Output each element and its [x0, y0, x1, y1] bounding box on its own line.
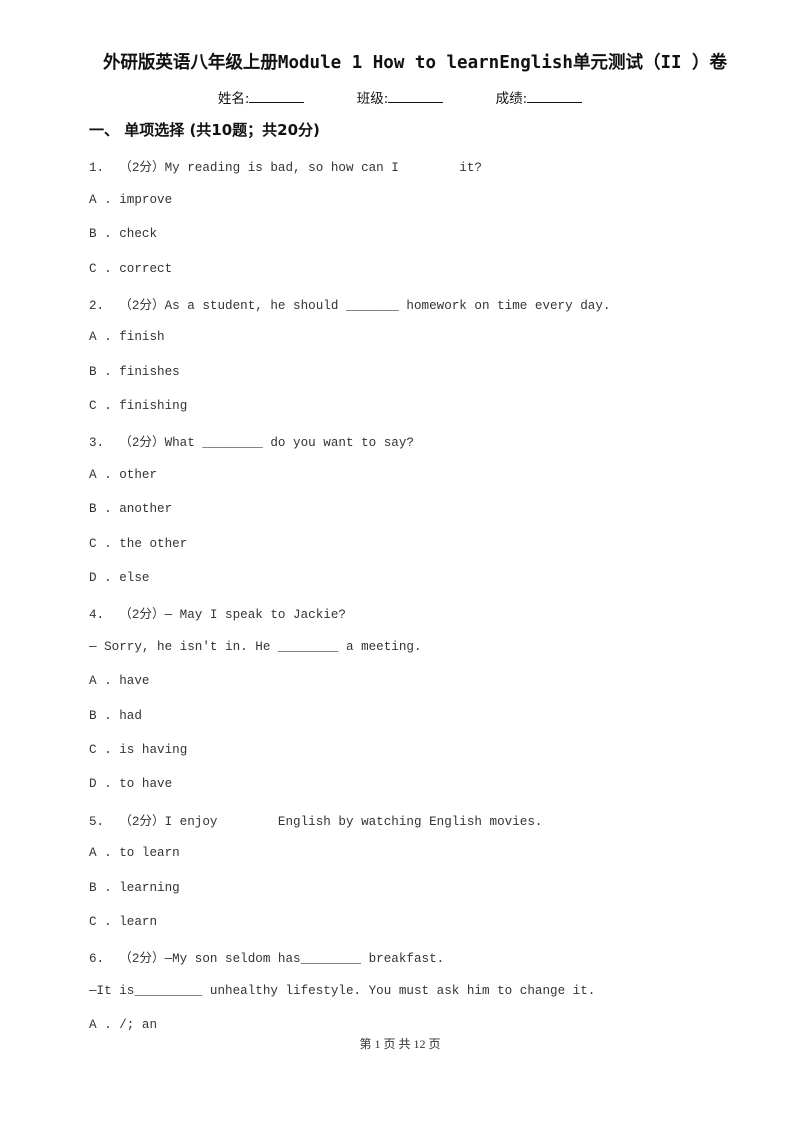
- score-field: 成绩:: [496, 87, 583, 107]
- question-6: 6. （2分）—My son seldom has________ breakf…: [89, 952, 445, 966]
- question-4: 4. （2分）— May I speak to Jackie?: [89, 608, 346, 622]
- option-line: A . to learn: [89, 846, 180, 860]
- document-title: 外研版英语八年级上册Module 1 How to learnEnglish单元…: [102, 53, 728, 73]
- option-line: B . check: [89, 227, 158, 241]
- section-heading: 一、 单项选择 (共10题；共20分): [89, 121, 320, 139]
- option-line: D . else: [89, 571, 150, 585]
- class-field: 班级:: [357, 87, 444, 107]
- option-line: C . is having: [89, 743, 188, 757]
- question-5: 5. （2分）I enjoy English by watching Engli…: [89, 815, 543, 829]
- name-label: 姓名:: [217, 91, 250, 107]
- option-line: A . finish: [89, 330, 165, 344]
- option-line: B . finishes: [89, 365, 180, 379]
- question-3: 3. （2分）What ________ do you want to say?: [89, 436, 414, 450]
- student-info: 姓名: 班级: 成绩:: [0, 87, 800, 107]
- option-line: C . learn: [89, 915, 158, 929]
- class-label: 班级:: [356, 91, 389, 107]
- question-2: 2. （2分）As a student, he should _______ h…: [89, 299, 611, 313]
- score-blank: [527, 90, 583, 103]
- option-line: A . other: [89, 468, 158, 482]
- name-blank: [249, 90, 305, 103]
- option-line: B . had: [89, 709, 142, 723]
- question-1: 1. （2分）My reading is bad, so how can I i…: [89, 161, 482, 175]
- option-line: A . have: [89, 674, 150, 688]
- option-line: D . to have: [89, 777, 173, 791]
- question-4-response: — Sorry, he isn't in. He ________ a meet…: [89, 640, 422, 654]
- question-6-response: —It is_________ unhealthy lifestyle. You…: [89, 984, 596, 998]
- option-line: B . another: [89, 502, 173, 516]
- option-line: C . correct: [89, 262, 173, 276]
- option-line: C . finishing: [89, 399, 188, 413]
- class-blank: [388, 90, 444, 103]
- score-label: 成绩:: [495, 91, 528, 107]
- option-line: C . the other: [89, 537, 188, 551]
- option-line: A . improve: [89, 193, 173, 207]
- option-line: B . learning: [89, 881, 180, 895]
- option-line: A . /; an: [89, 1018, 158, 1032]
- page-footer: 第 1 页 共 12 页: [359, 1037, 441, 1051]
- name-field: 姓名:: [218, 87, 305, 107]
